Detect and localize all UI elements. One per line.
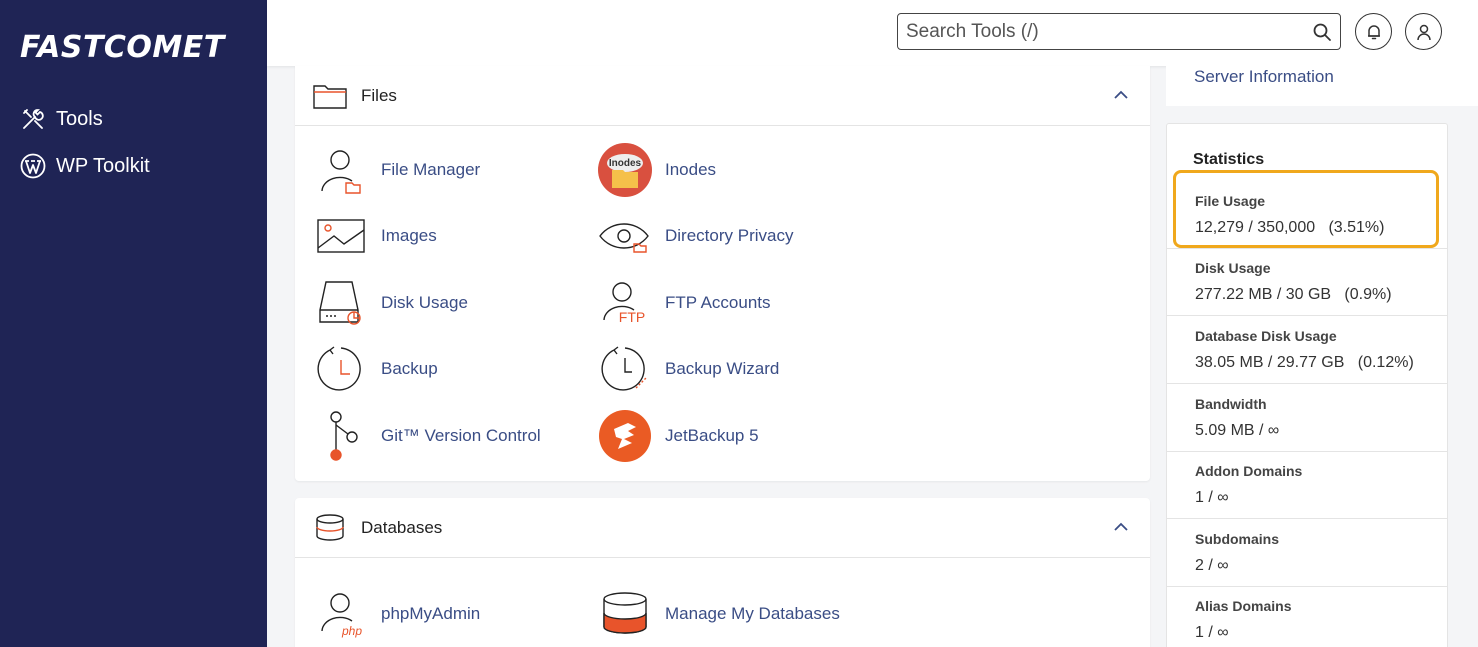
stat-database-disk-usage: Database Disk Usage 38.05 MB / 29.77 GB … <box>1167 316 1447 384</box>
tool-label: File Manager <box>381 160 481 179</box>
stat-label: Addon Domains <box>1195 463 1303 479</box>
stat-value: 277.22 MB / 30 GB (0.9%) <box>1195 286 1392 303</box>
tool-directory-privacy[interactable]: Directory Privacy <box>597 208 793 264</box>
manage-databases-icon <box>597 586 653 642</box>
tool-backup-wizard[interactable]: Backup Wizard <box>597 341 779 397</box>
server-information-card: Server Information <box>1166 66 1478 106</box>
sidebar-item-label: WP Toolkit <box>56 154 150 177</box>
tool-inodes[interactable]: Inodes Inodes <box>597 142 716 198</box>
svg-text:Inodes: Inodes <box>609 158 642 169</box>
stat-label: Database Disk Usage <box>1195 328 1337 344</box>
stat-disk-usage: Disk Usage 277.22 MB / 30 GB (0.9%) <box>1167 248 1447 316</box>
user-icon <box>1416 24 1431 40</box>
chevron-up-icon[interactable] <box>1112 86 1130 104</box>
databases-section-header[interactable]: Databases <box>295 498 1150 558</box>
stat-value: 1 / ∞ <box>1195 489 1229 506</box>
server-information-link[interactable]: Server Information <box>1194 67 1334 87</box>
tool-ftp-accounts[interactable]: FTP FTP Accounts <box>597 275 771 331</box>
wordpress-icon <box>20 153 46 179</box>
tool-jetbackup-5[interactable]: JetBackup 5 <box>597 408 759 464</box>
tool-label: Inodes <box>665 160 717 179</box>
tool-backup[interactable]: Backup <box>313 341 438 397</box>
stat-addon-domains: Addon Domains 1 / ∞ <box>1167 451 1447 519</box>
tool-label: Git™ Version Control <box>381 426 541 445</box>
tool-manage-my-databases[interactable]: Manage My Databases <box>597 586 840 642</box>
user-menu-button[interactable] <box>1405 13 1442 50</box>
tool-images[interactable]: Images <box>313 208 437 264</box>
git-icon <box>313 408 369 464</box>
svg-text:FTP: FTP <box>619 309 645 325</box>
stat-label: Alias Domains <box>1195 598 1292 614</box>
sidebar-item-label: Tools <box>56 107 103 130</box>
section-title: Files <box>361 85 397 105</box>
stat-subdomains: Subdomains 2 / ∞ <box>1167 519 1447 587</box>
ftp-accounts-icon: FTP <box>597 275 653 331</box>
sidebar-item-tools[interactable]: Tools <box>20 104 103 134</box>
top-header <box>267 0 1478 66</box>
search-icon[interactable] <box>1312 22 1332 42</box>
tool-label: FTP Accounts <box>665 293 771 312</box>
directory-privacy-icon <box>597 208 653 264</box>
backup-wizard-icon <box>597 341 653 397</box>
statistics-title: Statistics <box>1193 151 1265 168</box>
file-manager-icon <box>313 142 369 198</box>
stat-value: 2 / ∞ <box>1195 557 1229 574</box>
backup-icon <box>313 341 369 397</box>
tool-label: Disk Usage <box>381 293 468 312</box>
stat-value: 1 / ∞ <box>1195 624 1229 641</box>
tool-git-version-control[interactable]: Git™ Version Control <box>313 408 541 464</box>
disk-usage-icon <box>313 275 369 331</box>
files-section-header[interactable]: Files <box>295 66 1150 126</box>
tools-icon <box>20 106 46 132</box>
stat-bandwidth: Bandwidth 5.09 MB / ∞ <box>1167 384 1447 452</box>
tool-label: JetBackup 5 <box>665 426 759 445</box>
tool-label: Images <box>381 226 437 245</box>
section-title: Databases <box>361 517 443 537</box>
tool-disk-usage[interactable]: Disk Usage <box>313 275 468 331</box>
svg-text:php: php <box>341 624 362 638</box>
stat-label: Disk Usage <box>1195 260 1271 276</box>
inodes-icon: Inodes <box>597 142 653 198</box>
stat-value: 38.05 MB / 29.77 GB (0.12%) <box>1195 354 1414 371</box>
files-section: Files File Manager Inodes Inodes Images … <box>295 66 1150 481</box>
tool-label: Backup <box>381 359 438 378</box>
tool-label: Backup Wizard <box>665 359 780 378</box>
database-icon <box>313 513 347 542</box>
jetbackup-icon <box>597 408 653 464</box>
sidebar: FASTCOMET Tools WP Toolkit <box>0 0 267 647</box>
stat-value: 5.09 MB / ∞ <box>1195 422 1280 439</box>
stat-alias-domains: Alias Domains 1 / ∞ <box>1167 586 1447 647</box>
stat-label: Bandwidth <box>1195 396 1267 412</box>
tool-label: phpMyAdmin <box>381 604 481 623</box>
databases-section: Databases php phpMyAdmin Manage My Datab… <box>295 498 1150 647</box>
sidebar-item-wp-toolkit[interactable]: WP Toolkit <box>20 151 150 181</box>
folder-icon <box>313 82 347 110</box>
bell-icon <box>1367 24 1380 39</box>
tool-label: Manage My Databases <box>665 604 840 623</box>
images-icon <box>313 208 369 264</box>
tool-file-manager[interactable]: File Manager <box>313 142 480 198</box>
search-box[interactable] <box>897 13 1341 50</box>
chevron-up-icon[interactable] <box>1112 518 1130 536</box>
notifications-button[interactable] <box>1355 13 1392 50</box>
phpmyadmin-icon: php <box>313 586 369 642</box>
file-usage-highlight <box>1173 170 1439 248</box>
stat-label: Subdomains <box>1195 531 1280 547</box>
tool-label: Directory Privacy <box>665 226 794 245</box>
fastcomet-logo[interactable]: FASTCOMET <box>20 30 225 65</box>
tool-phpmyadmin[interactable]: php phpMyAdmin <box>313 586 480 642</box>
search-input[interactable] <box>906 20 1312 43</box>
